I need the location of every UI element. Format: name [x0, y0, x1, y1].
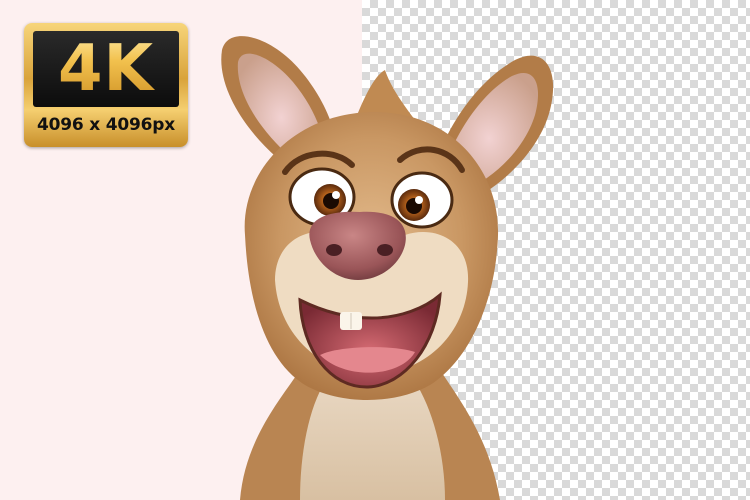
product-preview: 4K 4096 x 4096px — [0, 0, 750, 500]
badge-panel: 4K — [33, 31, 179, 107]
resolution-badge: 4K 4096 x 4096px — [24, 23, 188, 147]
badge-resolution: 4096 x 4096px — [37, 115, 175, 135]
badge-title: 4K — [33, 27, 179, 111]
